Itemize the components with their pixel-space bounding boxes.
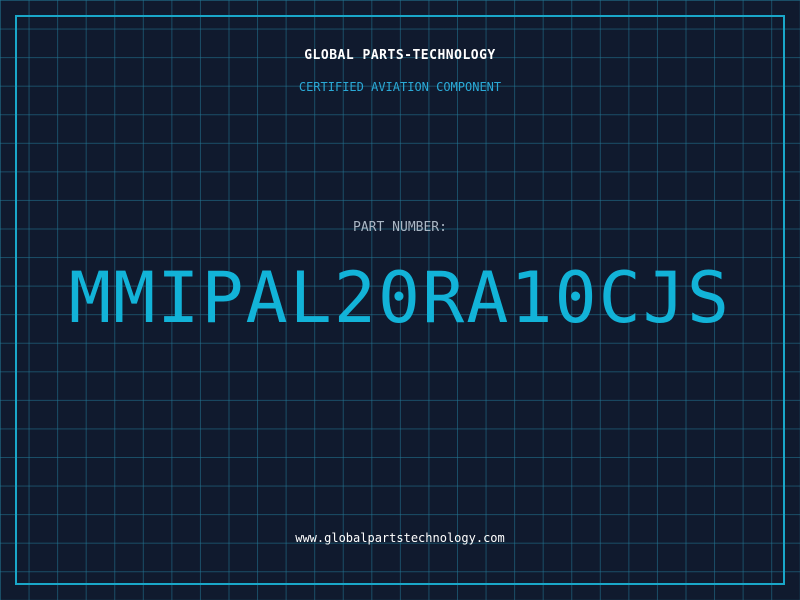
website-url: www.globalpartstechnology.com [295, 531, 505, 545]
part-card: GLOBAL PARTS-TECHNOLOGY CERTIFIED AVIATI… [0, 0, 800, 600]
part-number-label: PART NUMBER: [353, 220, 447, 235]
company-name: GLOBAL PARTS-TECHNOLOGY [304, 48, 496, 63]
part-number-value: MMIPAL20RA10CJS [68, 257, 732, 339]
tagline: CERTIFIED AVIATION COMPONENT [298, 80, 502, 94]
